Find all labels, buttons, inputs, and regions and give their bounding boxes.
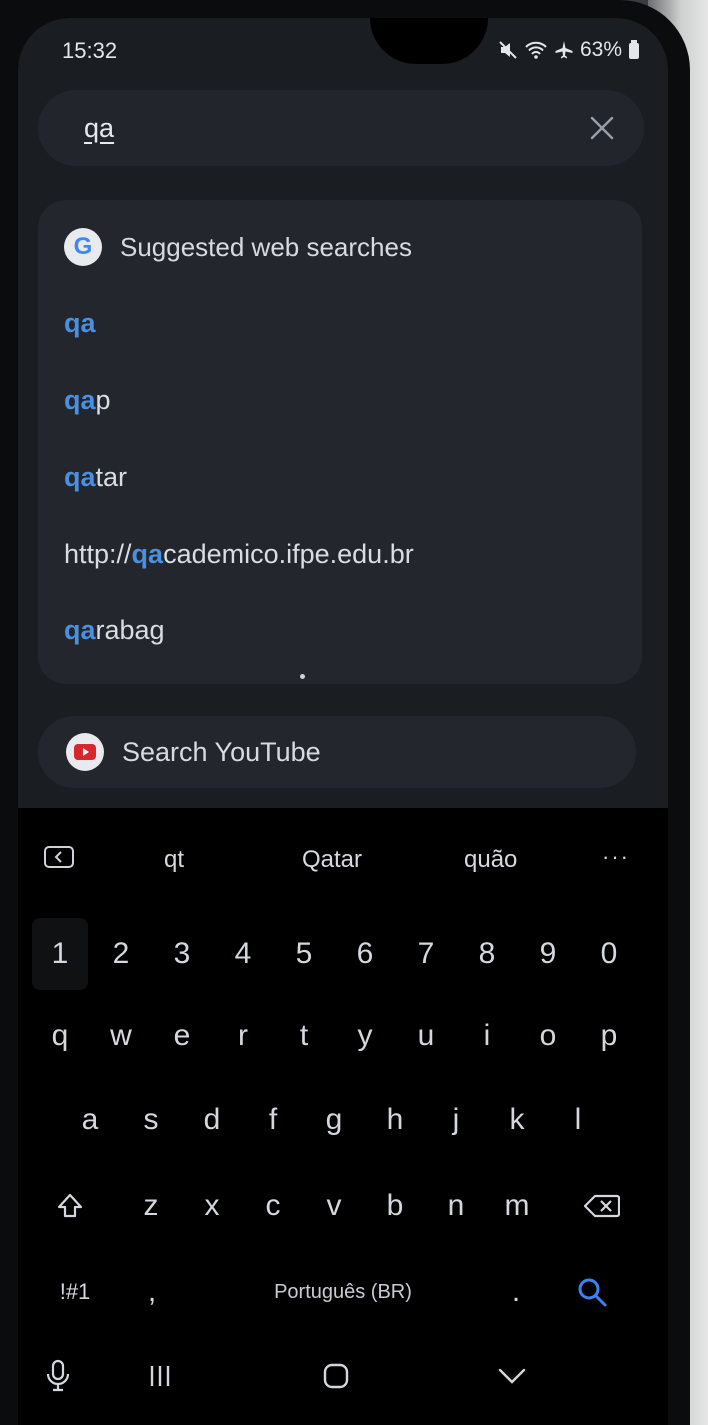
- key-u[interactable]: u: [398, 1000, 454, 1072]
- key-t[interactable]: t: [276, 1000, 332, 1072]
- google-icon: G: [64, 228, 102, 266]
- key-5[interactable]: 5: [276, 918, 332, 990]
- key-0[interactable]: 0: [581, 918, 637, 990]
- youtube-search-field[interactable]: Search YouTube: [38, 716, 636, 788]
- backspace-icon: [584, 1194, 620, 1218]
- key-q[interactable]: q: [32, 1000, 88, 1072]
- comma-key[interactable]: ,: [124, 1256, 180, 1328]
- prediction-quao[interactable]: quão: [464, 846, 517, 874]
- key-9[interactable]: 9: [520, 918, 576, 990]
- key-i[interactable]: i: [459, 1000, 515, 1072]
- key-y[interactable]: y: [337, 1000, 393, 1072]
- key-s[interactable]: s: [123, 1084, 179, 1156]
- key-6[interactable]: 6: [337, 918, 393, 990]
- keyboard-toolbar: qt Qatar quão ···: [18, 808, 668, 904]
- mute-icon: [499, 41, 517, 59]
- youtube-search-label: Search YouTube: [122, 736, 321, 767]
- microphone-icon: [46, 1359, 70, 1392]
- key-p[interactable]: p: [581, 1000, 637, 1072]
- scroll-indicator: [300, 674, 305, 679]
- shift-icon: [57, 1193, 83, 1218]
- key-j[interactable]: j: [428, 1084, 484, 1156]
- search-input[interactable]: qa: [84, 113, 114, 144]
- key-h[interactable]: h: [367, 1084, 423, 1156]
- search-icon: [578, 1278, 607, 1307]
- navigation-bar: [18, 1330, 668, 1425]
- youtube-icon: [66, 733, 104, 771]
- key-4[interactable]: 4: [215, 918, 271, 990]
- key-v[interactable]: v: [306, 1170, 362, 1242]
- suggestion-item[interactable]: qarabag: [64, 615, 165, 646]
- key-1[interactable]: 1: [32, 918, 88, 990]
- suggestions-title: Suggested web searches: [120, 231, 412, 262]
- key-w[interactable]: w: [93, 1000, 149, 1072]
- key-g[interactable]: g: [306, 1084, 362, 1156]
- key-c[interactable]: c: [245, 1170, 301, 1242]
- prediction-qatar[interactable]: Qatar: [302, 846, 362, 874]
- key-z[interactable]: z: [123, 1170, 179, 1242]
- status-icons: 63%: [498, 38, 640, 62]
- symbols-key[interactable]: !#1: [40, 1256, 110, 1328]
- close-icon: [590, 116, 614, 140]
- airplane-icon: [555, 41, 573, 59]
- recent-apps-button[interactable]: [138, 1354, 182, 1398]
- key-x[interactable]: x: [184, 1170, 240, 1242]
- key-e[interactable]: e: [154, 1000, 210, 1072]
- keyboard: 1 2 3 4 5 6 7 8 9 0 q w e r t y u i o p …: [18, 904, 668, 1324]
- space-bar[interactable]: Português (BR): [218, 1256, 468, 1328]
- key-3[interactable]: 3: [154, 918, 210, 990]
- key-8[interactable]: 8: [459, 918, 515, 990]
- suggestion-item[interactable]: qa: [64, 308, 96, 339]
- key-m[interactable]: m: [489, 1170, 545, 1242]
- battery-icon: [629, 40, 639, 59]
- period-key[interactable]: .: [488, 1256, 544, 1328]
- key-k[interactable]: k: [489, 1084, 545, 1156]
- key-o[interactable]: o: [520, 1000, 576, 1072]
- shift-key[interactable]: [42, 1170, 98, 1242]
- key-2[interactable]: 2: [93, 918, 149, 990]
- phone-screen: 15:32 63% qa G Suggested web searches qa…: [18, 18, 668, 1425]
- key-f[interactable]: f: [245, 1084, 301, 1156]
- suggestion-item[interactable]: qap: [64, 385, 111, 416]
- clear-search-button[interactable]: [578, 104, 626, 152]
- phone-frame: 15:32 63% qa G Suggested web searches qa…: [0, 0, 690, 1425]
- suggestion-item[interactable]: http://qacademico.ifpe.edu.br: [64, 539, 414, 570]
- camera-notch: [370, 18, 488, 64]
- toolbar-collapse-button[interactable]: [44, 846, 74, 873]
- search-field[interactable]: qa: [38, 90, 644, 166]
- suggestions-header: G Suggested web searches: [64, 228, 412, 266]
- backspace-key[interactable]: [570, 1170, 634, 1242]
- battery-percent: 63%: [579, 38, 622, 61]
- voice-input-button[interactable]: [36, 1354, 80, 1398]
- hide-keyboard-button[interactable]: [490, 1354, 534, 1398]
- suggestion-item[interactable]: qatar: [64, 462, 127, 493]
- key-l[interactable]: l: [550, 1084, 606, 1156]
- suggestions-panel: G Suggested web searches qa qap qatar ht…: [38, 200, 642, 684]
- home-button[interactable]: [314, 1354, 358, 1398]
- key-a[interactable]: a: [62, 1084, 118, 1156]
- key-n[interactable]: n: [428, 1170, 484, 1242]
- status-time: 15:32: [62, 38, 118, 63]
- wifi-icon: [525, 41, 547, 59]
- recent-apps-icon: [150, 1366, 170, 1386]
- home-icon: [323, 1363, 349, 1389]
- search-key[interactable]: [564, 1256, 620, 1328]
- key-b[interactable]: b: [367, 1170, 423, 1242]
- prediction-qt[interactable]: qt: [164, 846, 184, 874]
- search-screen: 15:32 63% qa G Suggested web searches qa…: [18, 18, 668, 808]
- key-d[interactable]: d: [184, 1084, 240, 1156]
- more-options-button[interactable]: ···: [602, 844, 630, 870]
- hide-keyboard-icon: [498, 1368, 526, 1384]
- key-7[interactable]: 7: [398, 918, 454, 990]
- key-r[interactable]: r: [215, 1000, 271, 1072]
- chevron-left-box-icon: [44, 846, 74, 868]
